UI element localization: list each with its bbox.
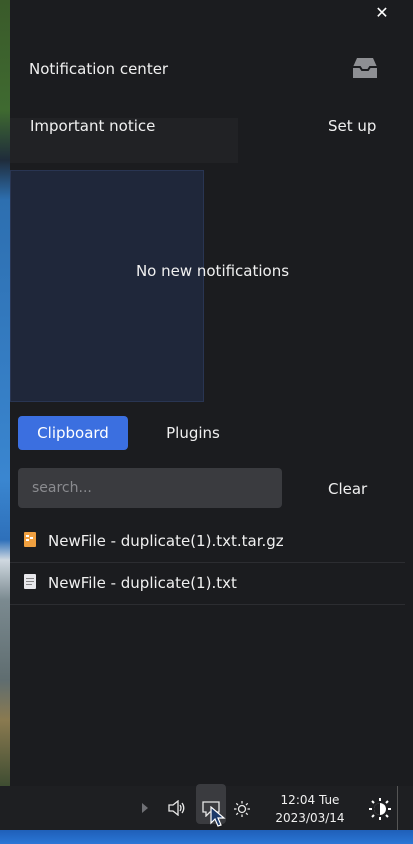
archive-file-icon [24,532,36,547]
clock-time[interactable]: 12:04 Tue [270,793,350,807]
tab-clipboard[interactable]: Clipboard [18,416,128,450]
mouse-cursor-icon [210,806,226,827]
volume-icon[interactable] [168,800,186,816]
file-name: NewFile - duplicate(1).txt.tar.gz [48,532,284,550]
file-name: NewFile - duplicate(1).txt [48,574,237,592]
tab-plugins[interactable]: Plugins [144,416,242,450]
theme-toggle-icon[interactable] [368,797,392,821]
text-file-icon [24,574,36,589]
brightness-icon[interactable] [233,800,251,818]
taskbar: 12:04 Tue 2023/03/14 [0,784,413,844]
show-desktop-button[interactable] [397,786,406,830]
list-item[interactable]: NewFile - duplicate(1).txt [10,564,405,605]
expand-tray-icon[interactable] [140,802,150,814]
panel-title: Notification center [29,60,169,78]
notification-panel: ✕ Notification center Important notice S… [10,0,405,786]
empty-notifications-message: No new notifications [135,262,290,280]
desktop-background [0,0,10,800]
background-window-shadow [10,170,204,402]
clock-date[interactable]: 2023/03/14 [270,811,350,825]
inbox-icon[interactable] [352,56,378,80]
important-notice-label: Important notice [30,117,156,135]
desktop-background [0,830,413,844]
list-item[interactable]: NewFile - duplicate(1).txt.tar.gz [10,522,405,563]
setup-button[interactable]: Set up [328,117,376,135]
clipboard-search-input[interactable] [18,468,282,508]
close-icon[interactable]: ✕ [373,4,391,22]
clear-button[interactable]: Clear [328,480,367,498]
